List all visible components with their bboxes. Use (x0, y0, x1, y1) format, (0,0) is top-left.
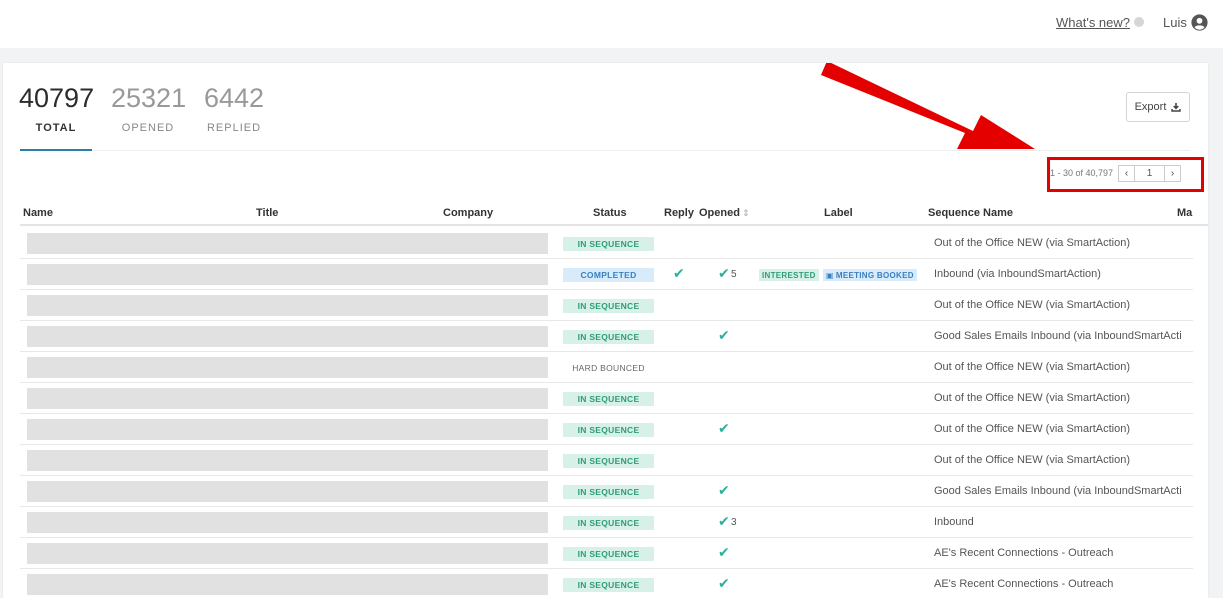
sequence-name[interactable]: Good Sales Emails Inbound (via InboundSm… (934, 330, 1182, 342)
col-status[interactable]: Status (593, 207, 627, 219)
replied-label: REPLIED (206, 122, 262, 134)
status-dot-icon (1134, 17, 1144, 27)
opened-count: 5 (731, 269, 737, 280)
redacted-contact-cells (27, 512, 548, 533)
col-sequence-name[interactable]: Sequence Name (928, 207, 1013, 219)
opened-check-icon: ✔ (718, 482, 730, 498)
total-count: 40797 (19, 83, 95, 113)
top-header: What's new? Luis (0, 0, 1223, 48)
table-row[interactable]: IN SEQUENCE Out of the Office NEW (via Sm… (20, 228, 1193, 259)
total-label: TOTAL (35, 122, 77, 134)
table-row[interactable]: IN SEQUENCE ✔ AE's Recent Connections - Ou… (20, 538, 1193, 569)
whats-new-link[interactable]: What's new? (1056, 15, 1130, 30)
export-label: Export (1134, 101, 1167, 113)
prospects-card: 40797 TOTAL 25321 OPENED 6442 REPLIED Ex… (3, 63, 1208, 598)
opened-count: 3 (731, 517, 737, 528)
col-reply[interactable]: Reply (664, 207, 694, 219)
redacted-contact-cells (27, 357, 548, 378)
redacted-contact-cells (27, 264, 548, 285)
sequence-name[interactable]: Out of the Office NEW (via SmartAction) (934, 237, 1182, 249)
sequence-name[interactable]: Out of the Office NEW (via SmartAction) (934, 423, 1182, 435)
sort-icon[interactable]: ⇕ (742, 208, 750, 218)
status-badge: COMPLETED (563, 268, 654, 282)
sequence-name[interactable]: Good Sales Emails Inbound (via InboundSm… (934, 485, 1182, 497)
annotation-arrow-icon (821, 63, 1035, 149)
opened-label: OPENED (121, 122, 175, 134)
tab-opened[interactable]: 25321 OPENED (111, 81, 187, 135)
user-circle-icon[interactable] (1191, 14, 1208, 31)
col-name[interactable]: Name (23, 207, 53, 219)
status-badge: HARD BOUNCED (572, 363, 645, 373)
table-row[interactable]: IN SEQUENCE ✔ Out of the Office NEW (via S… (20, 414, 1193, 445)
redacted-contact-cells (27, 574, 548, 595)
col-ma[interactable]: Ma (1177, 207, 1192, 219)
redacted-contact-cells (27, 233, 548, 254)
label-text: MEETING BOOKED (835, 270, 914, 280)
status-badge: IN SEQUENCE (563, 330, 654, 344)
sequence-name[interactable]: Out of the Office NEW (via SmartAction) (934, 361, 1182, 373)
sequence-name[interactable]: AE's Recent Connections - Outreach (934, 547, 1182, 559)
opened-check-icon: ✔ (718, 327, 730, 343)
tab-total[interactable]: 40797 TOTAL (19, 81, 95, 135)
redacted-contact-cells (27, 419, 548, 440)
opened-check-icon: ✔ (718, 513, 730, 529)
export-button[interactable]: Export (1126, 92, 1190, 122)
table-row[interactable]: HARD BOUNCED Out of the Office NEW (via S… (20, 352, 1193, 383)
sequence-name[interactable]: Out of the Office NEW (via SmartAction) (934, 392, 1182, 404)
sequence-name[interactable]: Out of the Office NEW (via SmartAction) (934, 299, 1182, 311)
col-title[interactable]: Title (256, 207, 278, 219)
status-badge: IN SEQUENCE (563, 392, 654, 406)
sequence-name[interactable]: Inbound (934, 516, 1182, 528)
status-badge: IN SEQUENCE (563, 578, 654, 592)
table-row[interactable]: IN SEQUENCE ✔ AE's Recent Connections - Ou… (20, 569, 1193, 598)
active-tab-indicator (20, 149, 92, 151)
col-opened[interactable]: Opened ⇕ (699, 207, 750, 219)
opened-check-icon: ✔ (718, 575, 730, 591)
replied-count: 6442 (203, 83, 265, 113)
status-badge: IN SEQUENCE (563, 299, 654, 313)
opened-check-icon: ✔ (718, 544, 730, 560)
label-text: INTERESTED (762, 270, 816, 280)
redacted-contact-cells (27, 481, 548, 502)
label-badge: INTERESTED (759, 269, 819, 281)
col-company[interactable]: Company (443, 207, 493, 219)
sequence-name[interactable]: Inbound (via InboundSmartAction) (934, 268, 1182, 280)
annotation-highlight-box (1047, 157, 1204, 192)
table-row[interactable]: IN SEQUENCE Out of the Office NEW (via Sm… (20, 290, 1193, 321)
col-label[interactable]: Label (824, 207, 853, 219)
table-header: Name Title Company Status Reply Opened ⇕ … (20, 204, 1208, 226)
status-badge: IN SEQUENCE (563, 237, 654, 251)
download-icon (1171, 103, 1182, 112)
status-badge: IN SEQUENCE (563, 547, 654, 561)
reply-check-icon: ✔ (673, 265, 685, 281)
tab-replied[interactable]: 6442 REPLIED (203, 81, 265, 135)
sequence-name[interactable]: AE's Recent Connections - Outreach (934, 578, 1182, 590)
table-row[interactable]: IN SEQUENCE ✔ Good Sales Emails Inbound (v… (20, 321, 1193, 352)
opened-check-icon: ✔ (718, 265, 730, 281)
opened-check-icon: ✔ (718, 420, 730, 436)
redacted-contact-cells (27, 388, 548, 409)
redacted-contact-cells (27, 450, 548, 471)
user-name[interactable]: Luis (1163, 15, 1187, 30)
sequence-name[interactable]: Out of the Office NEW (via SmartAction) (934, 454, 1182, 466)
table-row[interactable]: IN SEQUENCE Out of the Office NEW (via Sm… (20, 383, 1193, 414)
status-badge: IN SEQUENCE (563, 454, 654, 468)
status-badge: IN SEQUENCE (563, 423, 654, 437)
redacted-contact-cells (27, 295, 548, 316)
redacted-contact-cells (27, 543, 548, 564)
calendar-icon: ▣ (826, 270, 834, 280)
col-opened-label: Opened (699, 207, 740, 219)
table-row[interactable]: IN SEQUENCE ✔ Good Sales Emails Inbound (v… (20, 476, 1193, 507)
redacted-contact-cells (27, 326, 548, 347)
status-badge: IN SEQUENCE (563, 516, 654, 530)
status-badge: IN SEQUENCE (563, 485, 654, 499)
table-row[interactable]: IN SEQUENCE Out of the Office NEW (via Sm… (20, 445, 1193, 476)
opened-count: 25321 (111, 83, 187, 113)
table-row[interactable]: IN SEQUENCE ✔ 3 Inbound (20, 507, 1193, 538)
label-badge: ▣ MEETING BOOKED (823, 269, 917, 281)
table-row[interactable]: COMPLETED ✔ ✔ 5 INTERESTED ▣ MEETING BOOKED Inb… (20, 259, 1193, 290)
